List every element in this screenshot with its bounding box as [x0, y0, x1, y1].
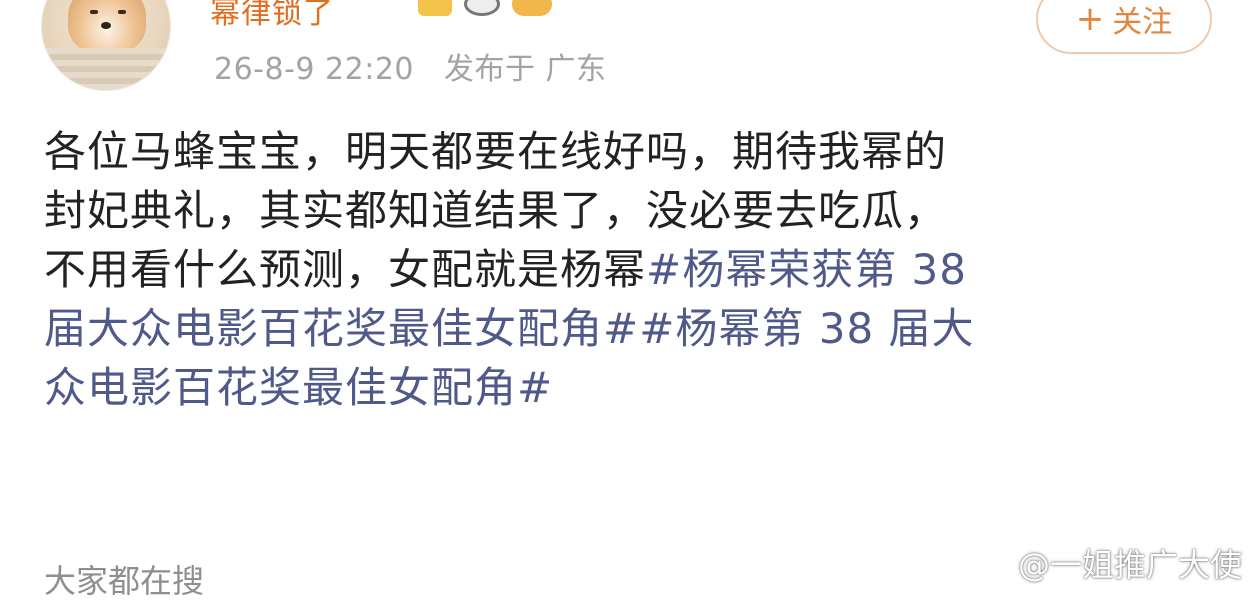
- content-line: 众电影百花奖最佳女配角#: [44, 358, 1224, 417]
- content-text: 不用看什么预测，女配就是杨幂: [44, 245, 647, 294]
- hashtag-link[interactable]: #杨幂荣获第 38: [646, 245, 967, 294]
- trending-label[interactable]: 大家都在搜: [44, 556, 204, 602]
- avatar[interactable]: [42, 0, 170, 90]
- watermark-text: @一姐推广大使: [1018, 546, 1243, 584]
- blanket: [42, 48, 170, 90]
- member-badge-icon: [418, 0, 452, 16]
- follow-button[interactable]: + 关注: [1036, 0, 1212, 54]
- post-time: 26-8-9 22:20: [214, 52, 414, 87]
- panda-badge-icon: [464, 0, 500, 16]
- post-meta: 26-8-9 22:20 发布于 广东: [214, 44, 607, 88]
- dog-eye-right: [118, 10, 126, 14]
- content-line: 封妃典礼，其实都知道结果了，没必要去吃瓜，: [44, 181, 1224, 240]
- username[interactable]: 幂律锁了: [210, 0, 334, 32]
- hashtag-link[interactable]: 届大众电影百花奖最佳女配角##杨幂第 38 届大: [44, 304, 975, 353]
- dog-eye-left: [90, 10, 98, 14]
- hashtag-link[interactable]: 众电影百花奖最佳女配角#: [44, 363, 553, 412]
- dog-nose: [101, 22, 111, 29]
- post-location: 发布于 广东: [444, 52, 607, 87]
- watermark: @一姐推广大使: [972, 540, 1242, 586]
- post-content: 各位马蜂宝宝，明天都要在线好吗，期待我幂的 封妃典礼，其实都知道结果了，没必要去吃…: [44, 122, 1224, 417]
- follow-label: 关注: [1112, 5, 1173, 40]
- content-text: 封妃典礼，其实都知道结果了，没必要去吃瓜，: [44, 186, 948, 235]
- content-line: 各位马蜂宝宝，明天都要在线好吗，期待我幂的: [44, 122, 1224, 181]
- plus-icon: +: [1075, 0, 1105, 39]
- content-text: 各位马蜂宝宝，明天都要在线好吗，期待我幂的: [44, 127, 948, 176]
- content-line: 不用看什么预测，女配就是杨幂#杨幂荣获第 38: [44, 240, 1224, 299]
- content-line: 届大众电影百花奖最佳女配角##杨幂第 38 届大: [44, 299, 1224, 358]
- weibo-logo-icon: [973, 550, 1010, 579]
- fan-badge-icon: [512, 0, 552, 16]
